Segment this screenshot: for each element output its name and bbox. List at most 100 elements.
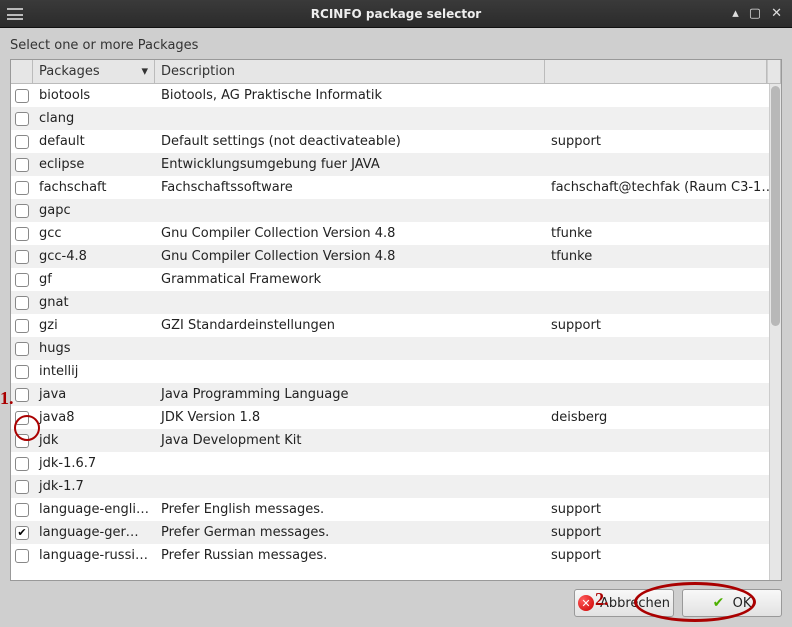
- row-maintainer: tfunke: [545, 226, 781, 241]
- row-checkbox-cell: [11, 158, 33, 172]
- row-checkbox[interactable]: [15, 411, 29, 425]
- row-checkbox[interactable]: [15, 457, 29, 471]
- row-checkbox-cell: [11, 434, 33, 448]
- row-checkbox-cell: [11, 480, 33, 494]
- table-row[interactable]: clang: [11, 107, 781, 130]
- row-description: Prefer German messages.: [155, 525, 545, 540]
- column-header-checkbox[interactable]: [11, 60, 33, 83]
- column-header-maintainer[interactable]: [545, 60, 767, 83]
- row-description: GZI Standardeinstellungen: [155, 318, 545, 333]
- app-menu-icon[interactable]: [4, 3, 26, 25]
- vertical-scrollbar[interactable]: [769, 84, 781, 580]
- row-package-name: intellij: [33, 364, 155, 379]
- row-checkbox[interactable]: [15, 112, 29, 126]
- table-row[interactable]: javaJava Programming Language: [11, 383, 781, 406]
- table-row[interactable]: gziGZI Standardeinstellungensupport: [11, 314, 781, 337]
- row-maintainer: support: [545, 318, 781, 333]
- row-checkbox[interactable]: [15, 135, 29, 149]
- row-checkbox-cell: [11, 273, 33, 287]
- row-package-name: java: [33, 387, 155, 402]
- row-description: Gnu Compiler Collection Version 4.8: [155, 226, 545, 241]
- row-maintainer: deisberg: [545, 410, 781, 425]
- titlebar[interactable]: RCINFO package selector ▴ ▢ ✕: [0, 0, 792, 28]
- row-checkbox[interactable]: [15, 296, 29, 310]
- table-row[interactable]: eclipseEntwicklungsumgebung fuer JAVA: [11, 153, 781, 176]
- table-row[interactable]: language-russianPrefer Russian messages.…: [11, 544, 781, 567]
- row-checkbox[interactable]: [15, 158, 29, 172]
- row-checkbox[interactable]: [15, 526, 29, 540]
- rollup-icon[interactable]: ▴: [732, 7, 739, 20]
- row-package-name: jdk: [33, 433, 155, 448]
- column-header-packages[interactable]: Packages ▾: [33, 60, 155, 83]
- table-row[interactable]: gcc-4.8Gnu Compiler Collection Version 4…: [11, 245, 781, 268]
- row-checkbox[interactable]: [15, 204, 29, 218]
- row-checkbox-cell: [11, 204, 33, 218]
- row-description: Prefer Russian messages.: [155, 548, 545, 563]
- table-row[interactable]: defaultDefault settings (not deactivatea…: [11, 130, 781, 153]
- row-package-name: eclipse: [33, 157, 155, 172]
- row-package-name: java8: [33, 410, 155, 425]
- row-package-name: gcc: [33, 226, 155, 241]
- table-row[interactable]: gfGrammatical Framework: [11, 268, 781, 291]
- row-description: Entwicklungsumgebung fuer JAVA: [155, 157, 545, 172]
- row-maintainer: tfunke: [545, 249, 781, 264]
- row-description: Gnu Compiler Collection Version 4.8: [155, 249, 545, 264]
- row-checkbox[interactable]: [15, 388, 29, 402]
- table-row[interactable]: hugs: [11, 337, 781, 360]
- table-row[interactable]: gnat: [11, 291, 781, 314]
- table-row[interactable]: java8JDK Version 1.8deisberg: [11, 406, 781, 429]
- row-checkbox-cell: [11, 411, 33, 425]
- row-checkbox-cell: [11, 227, 33, 241]
- row-checkbox[interactable]: [15, 227, 29, 241]
- row-checkbox[interactable]: [15, 273, 29, 287]
- row-package-name: biotools: [33, 88, 155, 103]
- row-description: Default settings (not deactivateable): [155, 134, 545, 149]
- row-checkbox[interactable]: [15, 480, 29, 494]
- row-checkbox[interactable]: [15, 250, 29, 264]
- row-package-name: gcc-4.8: [33, 249, 155, 264]
- ok-button[interactable]: ✔ OK: [682, 589, 782, 617]
- maximize-icon[interactable]: ▢: [749, 7, 761, 20]
- cancel-icon: ✕: [578, 595, 594, 611]
- ok-button-label: OK: [733, 596, 752, 611]
- cancel-button[interactable]: ✕ Abbrechen: [574, 589, 674, 617]
- row-checkbox[interactable]: [15, 503, 29, 517]
- table-row[interactable]: jdk-1.7: [11, 475, 781, 498]
- row-checkbox-cell: [11, 365, 33, 379]
- row-description: Biotools, AG Praktische Informatik: [155, 88, 545, 103]
- table-row[interactable]: intellij: [11, 360, 781, 383]
- table-row[interactable]: gapc: [11, 199, 781, 222]
- table-row[interactable]: biotoolsBiotools, AG Praktische Informat…: [11, 84, 781, 107]
- row-package-name: gnat: [33, 295, 155, 310]
- row-description: Java Programming Language: [155, 387, 545, 402]
- row-checkbox[interactable]: [15, 181, 29, 195]
- row-checkbox-cell: [11, 135, 33, 149]
- row-package-name: hugs: [33, 341, 155, 356]
- column-header-description[interactable]: Description: [155, 60, 545, 83]
- table-row[interactable]: gccGnu Compiler Collection Version 4.8tf…: [11, 222, 781, 245]
- row-checkbox-cell: [11, 89, 33, 103]
- row-package-name: gzi: [33, 318, 155, 333]
- row-checkbox[interactable]: [15, 319, 29, 333]
- row-description: Java Development Kit: [155, 433, 545, 448]
- row-checkbox[interactable]: [15, 342, 29, 356]
- row-checkbox[interactable]: [15, 434, 29, 448]
- row-package-name: language-russian: [33, 548, 155, 563]
- table-row[interactable]: fachschaftFachschaftssoftwarefachschaft@…: [11, 176, 781, 199]
- row-checkbox[interactable]: [15, 89, 29, 103]
- close-icon[interactable]: ✕: [771, 7, 782, 20]
- table-row[interactable]: language-germanPrefer German messages.su…: [11, 521, 781, 544]
- row-checkbox-cell: [11, 181, 33, 195]
- column-header-scroll-gutter: [767, 60, 781, 83]
- row-checkbox[interactable]: [15, 365, 29, 379]
- row-checkbox[interactable]: [15, 549, 29, 563]
- scrollbar-thumb[interactable]: [771, 86, 780, 326]
- table-row[interactable]: jdk-1.6.7: [11, 452, 781, 475]
- column-header-description-label: Description: [161, 64, 235, 79]
- table-row[interactable]: jdkJava Development Kit: [11, 429, 781, 452]
- ok-icon: ✔: [713, 596, 727, 610]
- table-row[interactable]: language-englishPrefer English messages.…: [11, 498, 781, 521]
- row-description: Fachschaftssoftware: [155, 180, 545, 195]
- column-header-packages-label: Packages: [39, 64, 100, 79]
- row-package-name: clang: [33, 111, 155, 126]
